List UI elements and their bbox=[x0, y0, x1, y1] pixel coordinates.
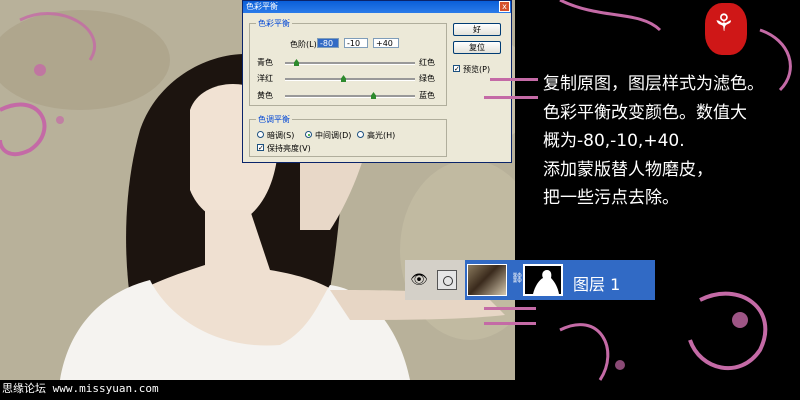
layer-mask-thumbnail[interactable] bbox=[523, 264, 563, 296]
radio-midtones[interactable] bbox=[305, 131, 312, 138]
site-watermark: 思缘论坛 www.missyuan.com bbox=[2, 382, 159, 395]
mask-silhouette bbox=[533, 270, 559, 294]
close-button[interactable]: x bbox=[499, 1, 510, 12]
pointer-bar-2 bbox=[484, 96, 538, 99]
eye-icon[interactable]: 👁 bbox=[409, 272, 429, 288]
slider-right-label-blue: 蓝色 bbox=[419, 91, 435, 100]
reset-button[interactable]: 复位 bbox=[453, 41, 501, 54]
slider-left-label-magenta: 洋红 bbox=[257, 74, 273, 83]
slider-left-label-cyan: 青色 bbox=[257, 58, 273, 67]
layer-mask-brush-icon[interactable] bbox=[437, 270, 457, 290]
pointer-bar-3 bbox=[484, 307, 536, 310]
slider-track-magenta-green[interactable] bbox=[285, 78, 415, 81]
slider-track-yellow-blue[interactable] bbox=[285, 95, 415, 98]
dialog-title: 色彩平衡 bbox=[246, 2, 278, 11]
preserve-luminosity-checkbox[interactable]: ✓ bbox=[257, 144, 264, 152]
annotation-line-3: 概为-80,-10,+40. bbox=[543, 131, 685, 151]
link-chain-icon[interactable]: ⛓ bbox=[511, 273, 524, 287]
dialog-titlebar[interactable]: 色彩平衡 x bbox=[243, 1, 511, 13]
seal-glyph: ⚘ bbox=[713, 9, 735, 37]
levels-label: 色阶(L): bbox=[290, 40, 320, 49]
layers-panel-row[interactable]: 👁 ⛓ 图层 1 bbox=[405, 260, 655, 300]
pointer-bar-4 bbox=[484, 322, 536, 325]
slider-left-label-yellow: 黄色 bbox=[257, 91, 273, 100]
radio-shadows-label: 暗调(S) bbox=[267, 131, 295, 140]
annotation-line-5: 把一些污点去除。 bbox=[543, 188, 679, 208]
slider-track-cyan-red[interactable] bbox=[285, 62, 415, 65]
levels-input-yellow-blue[interactable]: +40 bbox=[373, 38, 399, 48]
preview-checkbox[interactable]: ✓ bbox=[453, 65, 460, 73]
preview-label: 预览(P) bbox=[463, 65, 491, 74]
annotation-line-4: 添加蒙版替人物磨皮， bbox=[543, 159, 713, 180]
color-balance-dialog: 色彩平衡 x 色彩平衡 色阶(L): -80 -10 +40 青色 红色 洋红 … bbox=[242, 0, 512, 163]
color-balance-group-label: 色彩平衡 bbox=[256, 18, 292, 29]
radio-highlights[interactable] bbox=[357, 131, 364, 138]
tone-balance-group-label: 色调平衡 bbox=[256, 114, 292, 125]
layer-thumbnail[interactable] bbox=[467, 264, 507, 296]
radio-shadows[interactable] bbox=[257, 131, 264, 138]
annotation-line-1: 复制原图，图层样式为滤色。 bbox=[543, 74, 764, 94]
levels-input-magenta-green[interactable]: -10 bbox=[344, 38, 368, 48]
ok-button[interactable]: 好 bbox=[453, 23, 501, 36]
layer-name[interactable]: 图层 1 bbox=[573, 271, 620, 295]
levels-input-cyan-red[interactable]: -80 bbox=[317, 38, 339, 48]
radio-midtones-label: 中间调(D) bbox=[315, 131, 352, 140]
pointer-bar-1 bbox=[490, 78, 538, 81]
slider-right-label-green: 绿色 bbox=[419, 74, 435, 83]
slider-right-label-red: 红色 bbox=[419, 58, 435, 67]
annotation-line-2: 色彩平衡改变颜色。数值大 bbox=[543, 102, 747, 123]
radio-highlights-label: 高光(H) bbox=[367, 131, 396, 140]
preserve-luminosity-label: 保持亮度(V) bbox=[267, 144, 311, 153]
annotation-text-block: 复制原图，图层样式为滤色。 色彩平衡改变颜色。数值大 概为-80,-10,+40… bbox=[543, 70, 800, 213]
